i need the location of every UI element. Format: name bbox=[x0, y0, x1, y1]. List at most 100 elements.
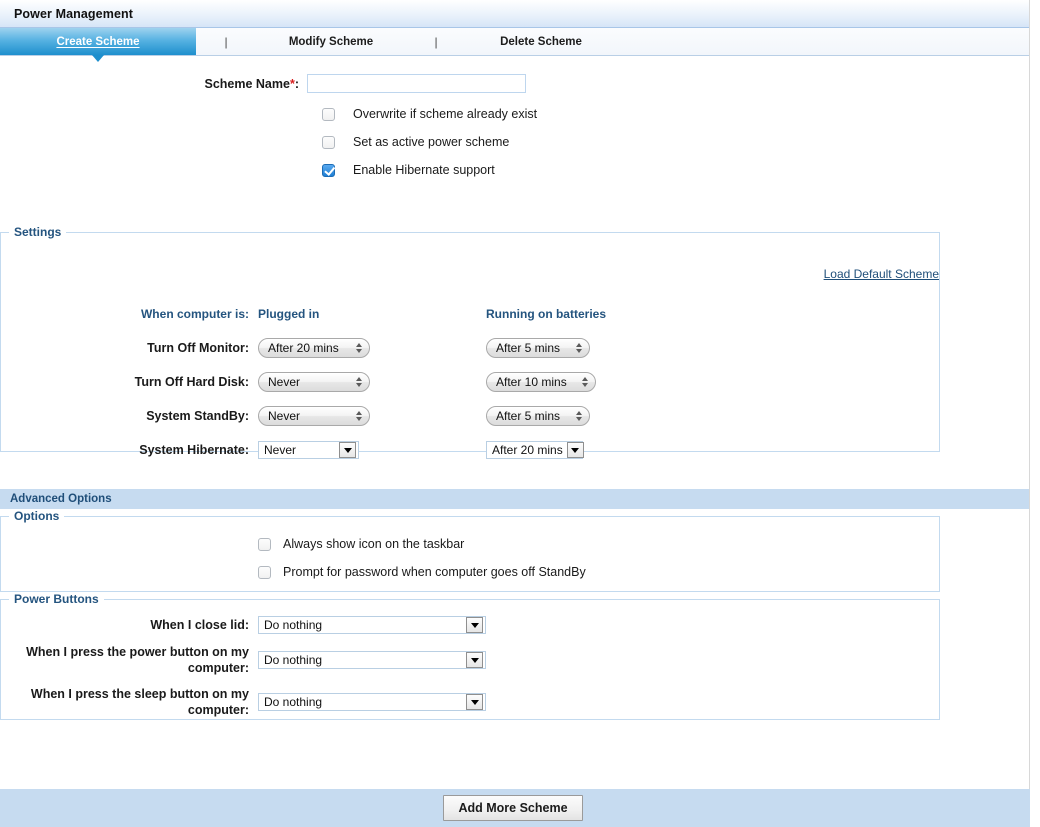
scheme-name-input[interactable] bbox=[307, 74, 526, 93]
turn-off-monitor-plugged-value: After 20 mins bbox=[268, 341, 339, 355]
sleep-button-select[interactable]: Do nothing bbox=[258, 693, 486, 711]
stepper-arrows-icon bbox=[579, 377, 591, 387]
column-header-plugged-in: Plugged in bbox=[258, 307, 320, 321]
sleep-button-value: Do nothing bbox=[264, 695, 323, 709]
prompt-password-row[interactable]: Prompt for password when computer goes o… bbox=[1, 565, 939, 579]
tab-delete-scheme[interactable]: Delete Scheme bbox=[466, 28, 616, 55]
system-hibernate-plugged-cell: Never bbox=[258, 441, 486, 459]
close-lid-value: Do nothing bbox=[264, 618, 323, 632]
enable-hibernate-row[interactable]: Enable Hibernate support bbox=[0, 163, 1029, 177]
system-standby-plugged-cell: Never bbox=[258, 406, 486, 426]
system-hibernate-battery-value: After 20 mins bbox=[492, 443, 563, 457]
tab-strip: Create Scheme | Modify Scheme | Delete S… bbox=[0, 28, 1029, 62]
set-active-scheme-checkbox[interactable] bbox=[322, 135, 335, 149]
tab-create-scheme[interactable]: Create Scheme bbox=[0, 28, 196, 62]
row-turn-off-monitor: Turn Off Monitor: After 20 mins After 5 … bbox=[1, 331, 939, 365]
add-more-scheme-button[interactable]: Add More Scheme bbox=[443, 795, 583, 821]
set-active-scheme-row[interactable]: Set as active power scheme bbox=[0, 135, 1029, 149]
turn-off-hard-disk-label: Turn Off Hard Disk: bbox=[134, 375, 249, 389]
stepper-arrows-icon bbox=[353, 411, 365, 421]
load-default-scheme-link[interactable]: Load Default Scheme bbox=[824, 267, 939, 281]
page-frame: Power Management Create Scheme | Modify … bbox=[0, 0, 1030, 827]
system-standby-plugged-select[interactable]: Never bbox=[258, 406, 370, 426]
system-standby-label: System StandBy: bbox=[146, 409, 249, 423]
tab-create-scheme-label: Create Scheme bbox=[56, 35, 140, 48]
tab-delete-scheme-label: Delete Scheme bbox=[500, 35, 582, 48]
settings-legend: Settings bbox=[14, 225, 62, 239]
scheme-name-row: Scheme Name*: bbox=[0, 74, 1029, 93]
always-show-icon-checkbox[interactable] bbox=[258, 537, 271, 551]
options-legend: Options bbox=[14, 509, 60, 523]
turn-off-hard-disk-battery-select[interactable]: After 10 mins bbox=[486, 372, 596, 392]
turn-off-hard-disk-plugged-cell: Never bbox=[258, 372, 486, 392]
row-close-lid: When I close lid: Do nothing bbox=[1, 616, 939, 634]
scheme-name-colon: : bbox=[294, 76, 299, 91]
system-hibernate-plugged-select[interactable]: Never bbox=[258, 441, 359, 459]
enable-hibernate-label: Enable Hibernate support bbox=[353, 163, 495, 177]
scheme-name-label: Scheme Name*: bbox=[0, 77, 307, 91]
close-lid-label: When I close lid: bbox=[150, 618, 249, 632]
system-standby-plugged-value: Never bbox=[268, 409, 301, 423]
enable-hibernate-checkbox[interactable] bbox=[322, 163, 335, 177]
power-button-value: Do nothing bbox=[264, 653, 323, 667]
chevron-down-icon bbox=[566, 442, 584, 458]
active-tab-pointer-icon bbox=[92, 55, 104, 62]
tab-modify-scheme-label: Modify Scheme bbox=[288, 35, 374, 48]
settings-wrap: Settings Load Default Scheme When comput… bbox=[0, 177, 1029, 459]
turn-off-hard-disk-plugged-select[interactable]: Never bbox=[258, 372, 370, 392]
prompt-password-label: Prompt for password when computer goes o… bbox=[283, 565, 586, 579]
overwrite-scheme-row[interactable]: Overwrite if scheme already exist bbox=[0, 107, 1029, 121]
system-hibernate-battery-select[interactable]: After 20 mins bbox=[486, 441, 584, 459]
set-active-scheme-label: Set as active power scheme bbox=[353, 135, 510, 149]
row-turn-off-hard-disk: Turn Off Hard Disk: Never After 10 mins bbox=[1, 365, 939, 399]
row-power-button: When I press the power button on my comp… bbox=[1, 644, 939, 676]
power-button-label: When I press the power button on my comp… bbox=[26, 645, 249, 675]
turn-off-monitor-plugged-select[interactable]: After 20 mins bbox=[258, 338, 370, 358]
tab-separator-2: | bbox=[434, 34, 438, 49]
turn-off-hard-disk-plugged-value: Never bbox=[268, 375, 301, 389]
chevron-down-icon bbox=[466, 617, 483, 633]
turn-off-monitor-plugged-cell: After 20 mins bbox=[258, 338, 486, 358]
tab-separator-1: | bbox=[224, 34, 228, 49]
row-system-standby: System StandBy: Never After 5 mins bbox=[1, 399, 939, 433]
always-show-icon-label: Always show icon on the taskbar bbox=[283, 537, 465, 551]
prompt-password-checkbox[interactable] bbox=[258, 565, 271, 579]
window-title-bar: Power Management bbox=[0, 0, 1029, 28]
system-hibernate-label: System Hibernate: bbox=[139, 443, 249, 457]
when-computer-is-label: When computer is: bbox=[140, 307, 249, 321]
system-hibernate-battery-cell: After 20 mins bbox=[486, 441, 716, 459]
settings-fieldset: Settings Load Default Scheme When comput… bbox=[0, 225, 940, 459]
system-standby-battery-value: After 5 mins bbox=[496, 409, 561, 423]
column-header-running-on-batteries: Running on batteries bbox=[486, 307, 606, 321]
turn-off-monitor-battery-value: After 5 mins bbox=[496, 341, 561, 355]
main-content: Scheme Name*: Overwrite if scheme alread… bbox=[0, 74, 1029, 720]
overwrite-scheme-checkbox[interactable] bbox=[322, 107, 335, 121]
advanced-options-title: Advanced Options bbox=[10, 493, 112, 505]
turn-off-hard-disk-battery-value: After 10 mins bbox=[496, 375, 567, 389]
stepper-arrows-icon bbox=[573, 411, 585, 421]
chevron-down-icon bbox=[466, 694, 483, 710]
overwrite-scheme-label: Overwrite if scheme already exist bbox=[353, 107, 538, 121]
power-button-select[interactable]: Do nothing bbox=[258, 651, 486, 669]
turn-off-monitor-battery-select[interactable]: After 5 mins bbox=[486, 338, 590, 358]
turn-off-hard-disk-battery-cell: After 10 mins bbox=[486, 372, 716, 392]
power-buttons-fieldset: Power Buttons When I close lid: Do nothi… bbox=[0, 592, 940, 720]
system-standby-battery-select[interactable]: After 5 mins bbox=[486, 406, 590, 426]
advanced-options-bar: Advanced Options bbox=[0, 489, 1029, 509]
sleep-button-label: When I press the sleep button on my comp… bbox=[30, 687, 249, 717]
stepper-arrows-icon bbox=[353, 377, 365, 387]
footer-bar: Add More Scheme bbox=[0, 789, 1030, 827]
scheme-name-label-text: Scheme Name bbox=[204, 76, 290, 91]
chevron-down-icon bbox=[466, 652, 483, 668]
stepper-arrows-icon bbox=[353, 343, 365, 353]
power-buttons-legend: Power Buttons bbox=[14, 592, 99, 606]
turn-off-monitor-label: Turn Off Monitor: bbox=[147, 341, 249, 355]
settings-grid: When computer is: Plugged in Running on … bbox=[1, 297, 939, 467]
stepper-arrows-icon bbox=[573, 343, 585, 353]
tab-modify-scheme[interactable]: Modify Scheme bbox=[256, 28, 406, 55]
page-title: Power Management bbox=[14, 6, 133, 21]
close-lid-select[interactable]: Do nothing bbox=[258, 616, 486, 634]
chevron-down-icon bbox=[339, 442, 356, 458]
row-system-hibernate: System Hibernate: Never After 20 mins bbox=[1, 433, 939, 467]
always-show-icon-row[interactable]: Always show icon on the taskbar bbox=[1, 537, 939, 551]
